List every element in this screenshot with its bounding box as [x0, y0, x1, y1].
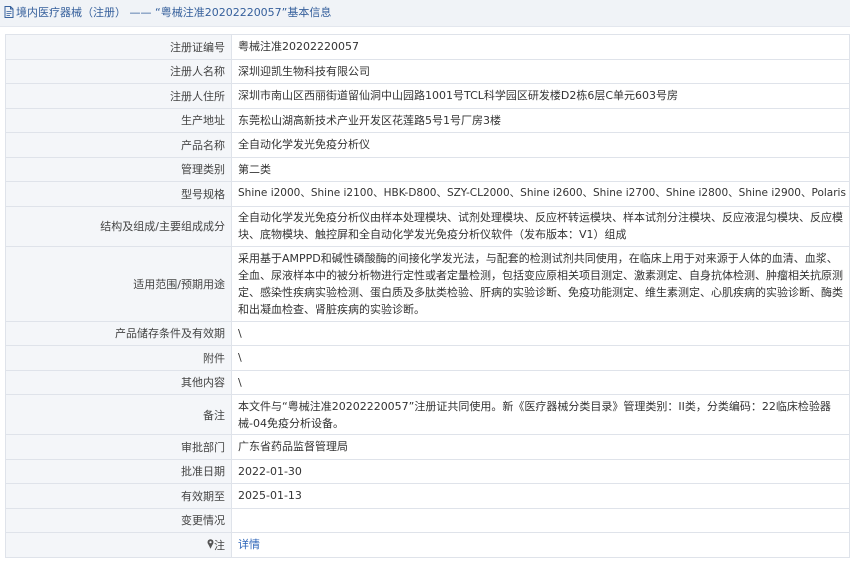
note-row: 注 详情 — [5, 532, 850, 558]
row-value: \ — [231, 320, 850, 346]
detail-title: “粤械注准20202220057”基本信息 — [155, 6, 332, 19]
row-label: 备注 — [5, 394, 232, 435]
table-row: 注册人住所 深圳市南山区西丽街道留仙洞中山园路1001号TCL科学园区研发楼D2… — [5, 83, 850, 109]
row-label: 其他内容 — [5, 369, 232, 395]
breadcrumb-separator: —— — [126, 6, 155, 19]
table-row: 备注 本文件与“粤械注准20202220057”注册证共同使用。新《医疗器械分类… — [5, 394, 850, 435]
note-value: 详情 — [231, 532, 850, 558]
row-value: \ — [231, 345, 850, 371]
table-row: 适用范围/预期用途 采用基于AMPPD和碱性磷酸酶的间接化学发光法，与配套的检测… — [5, 245, 850, 322]
row-value: 第二类 — [231, 156, 850, 182]
row-label: 产品名称 — [5, 132, 232, 158]
table-row: 注册证编号 粤械注准20202220057 — [5, 34, 850, 60]
row-value: 深圳市南山区西丽街道留仙洞中山园路1001号TCL科学园区研发楼D2栋6层C单元… — [231, 83, 850, 109]
row-value: 2025-01-13 — [231, 483, 850, 509]
table-row: 有效期至 2025-01-13 — [5, 483, 850, 509]
table-row: 附件 \ — [5, 345, 850, 371]
table-row: 管理类别 第二类 — [5, 156, 850, 182]
document-icon — [4, 2, 14, 26]
row-label: 变更情况 — [5, 507, 232, 533]
row-value: 全自动化学发光免疫分析仪由样本处理模块、试剂处理模块、反应杯转运模块、样本试剂分… — [231, 205, 850, 247]
row-value: Shine i2000、Shine i2100、HBK-D800、SZY-CL2… — [231, 181, 850, 207]
row-label: 管理类别 — [5, 156, 232, 182]
row-value — [231, 507, 850, 533]
row-label: 产品储存条件及有效期 — [5, 320, 232, 346]
details-link[interactable]: 详情 — [238, 538, 260, 551]
row-label: 审批部门 — [5, 434, 232, 460]
row-value: 广东省药品监督管理局 — [231, 434, 850, 460]
breadcrumb-main[interactable]: 境内医疗器械（注册） — [16, 6, 126, 19]
row-label: 适用范围/预期用途 — [5, 245, 232, 322]
row-label: 注册证编号 — [5, 34, 232, 60]
table-row: 型号规格 Shine i2000、Shine i2100、HBK-D800、SZ… — [5, 181, 850, 207]
row-value: 采用基于AMPPD和碱性磷酸酶的间接化学发光法，与配套的检测试剂共同使用，在临床… — [231, 245, 850, 322]
row-label: 生产地址 — [5, 107, 232, 133]
note-label-cell: 注 — [5, 532, 232, 558]
row-value: 2022-01-30 — [231, 458, 850, 484]
row-value: 全自动化学发光免疫分析仪 — [231, 132, 850, 158]
row-label: 结构及组成/主要组成成分 — [5, 205, 232, 247]
row-value: 粤械注准20202220057 — [231, 34, 850, 60]
table-row: 结构及组成/主要组成成分 全自动化学发光免疫分析仪由样本处理模块、试剂处理模块、… — [5, 205, 850, 247]
row-label: 有效期至 — [5, 483, 232, 509]
row-value: 本文件与“粤械注准20202220057”注册证共同使用。新《医疗器械分类目录》… — [231, 394, 850, 435]
row-label: 附件 — [5, 345, 232, 371]
row-value: \ — [231, 369, 850, 395]
note-label: 注 — [214, 538, 225, 552]
row-label: 批准日期 — [5, 458, 232, 484]
table-row: 产品储存条件及有效期 \ — [5, 320, 850, 346]
row-label: 型号规格 — [5, 181, 232, 207]
table-row: 注册人名称 深圳迎凯生物科技有限公司 — [5, 58, 850, 84]
row-value: 东莞松山湖高新技术产业开发区花莲路5号1号厂房3楼 — [231, 107, 850, 133]
pin-icon — [207, 538, 214, 552]
table-row: 其他内容 \ — [5, 369, 850, 395]
row-value: 深圳迎凯生物科技有限公司 — [231, 58, 850, 84]
row-label: 注册人住所 — [5, 83, 232, 109]
table-row: 产品名称 全自动化学发光免疫分析仪 — [5, 132, 850, 158]
table-row: 生产地址 东莞松山湖高新技术产业开发区花莲路5号1号厂房3楼 — [5, 107, 850, 133]
table-row: 审批部门 广东省药品监督管理局 — [5, 434, 850, 460]
row-label: 注册人名称 — [5, 58, 232, 84]
table-row: 批准日期 2022-01-30 — [5, 458, 850, 484]
page-header: 境内医疗器械（注册） —— “粤械注准20202220057”基本信息 — [0, 0, 850, 27]
detail-table: 注册证编号 粤械注准20202220057 注册人名称 深圳迎凯生物科技有限公司… — [5, 34, 850, 558]
table-row: 变更情况 — [5, 507, 850, 533]
